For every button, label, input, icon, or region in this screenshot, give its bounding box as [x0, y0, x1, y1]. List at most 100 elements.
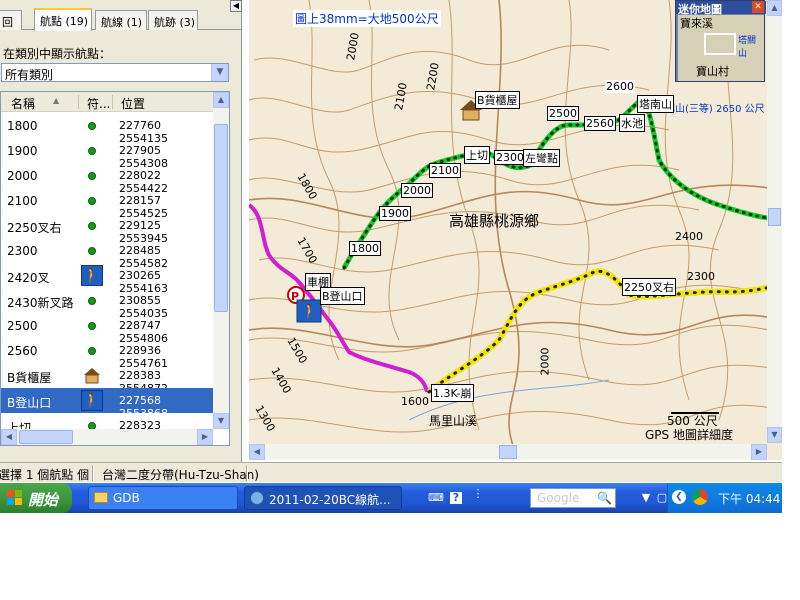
- column-header-position[interactable]: 位置: [121, 95, 145, 112]
- column-header-symbol[interactable]: 符...: [87, 95, 110, 112]
- chrome-icon[interactable]: [692, 489, 708, 505]
- scroll-thumb[interactable]: [214, 124, 228, 312]
- topographic-map[interactable]: P 🚶 圖上38mm=大地500公尺 高雄縣桃源鄉 馬里山溪 塔關山(三等) 2…: [249, 0, 782, 460]
- waypoint-label[interactable]: 2560: [584, 116, 616, 131]
- table-row[interactable]: 2250叉右 229125 2553945: [1, 213, 213, 245]
- region-label: 高雄縣桃源鄉: [449, 212, 540, 230]
- waypoint-name: 1900: [7, 144, 38, 158]
- table-row[interactable]: 1800 227760 2554135: [1, 113, 213, 145]
- map-vertical-scrollbar[interactable]: ▲ ▼: [767, 0, 782, 443]
- waypoint-dot-icon: [81, 190, 103, 211]
- mini-map[interactable]: 迷你地圖 ✕ 寶來溪 塔關山 寶山村: [675, 0, 766, 82]
- task-gdb[interactable]: GDB: [88, 486, 238, 510]
- waypoint-name: B貨櫃屋: [7, 371, 52, 385]
- search-icon[interactable]: 🔍: [597, 491, 612, 505]
- chevron-down-icon[interactable]: ▼: [211, 64, 228, 81]
- tab-routes[interactable]: 航線 (1): [95, 10, 147, 30]
- table-row[interactable]: 2560 228936 2554761: [1, 338, 213, 370]
- selection-status: 選擇 1 個航點 個: [0, 468, 90, 482]
- table-row[interactable]: 1900 227905 2554308: [1, 138, 213, 170]
- table-row[interactable]: 2500 228747 2554806: [1, 313, 213, 345]
- waypoint-label[interactable]: B貨櫃屋: [475, 91, 520, 109]
- table-row[interactable]: B貨櫃屋228383 2554872: [1, 363, 213, 395]
- scroll-thumb[interactable]: [19, 430, 73, 444]
- house-icon: [81, 365, 103, 386]
- waypoint-dot-icon: [81, 290, 103, 311]
- waypoint-label[interactable]: 左彎點: [523, 149, 560, 167]
- hiker-icon[interactable]: 🚶: [296, 299, 322, 323]
- scroll-thumb[interactable]: [768, 208, 781, 226]
- waypoint-label[interactable]: 1800: [349, 241, 381, 256]
- mini-map-viewport[interactable]: [704, 33, 736, 55]
- category-value: 所有類別: [5, 68, 54, 82]
- panel-collapse-button[interactable]: ◀: [230, 0, 242, 12]
- options-icon[interactable]: ⋮: [472, 488, 484, 500]
- list-header: 名稱 ▲ 符... 位置: [1, 92, 213, 112]
- status-separator: [246, 465, 248, 481]
- waypoint-label[interactable]: 2000: [401, 183, 433, 198]
- scroll-down-icon[interactable]: ▼: [213, 413, 229, 429]
- table-row[interactable]: 2300 228485 2554582: [1, 238, 213, 270]
- list-horizontal-scrollbar[interactable]: ◀ ▶: [1, 429, 213, 445]
- waypoint-label[interactable]: 上切: [464, 146, 490, 164]
- scroll-right-icon[interactable]: ▶: [197, 429, 213, 445]
- column-separator[interactable]: [112, 95, 113, 109]
- taskbar: 開始 GDB 2011-02-20BC線航... ⌨ ? ⋮ Google 🔍 …: [0, 483, 782, 513]
- close-icon[interactable]: ✕: [752, 1, 764, 13]
- tab-waypoints[interactable]: 航點 (19): [34, 8, 92, 31]
- waypoint-label[interactable]: 1600: [401, 395, 429, 408]
- scroll-down-icon[interactable]: ▼: [767, 427, 782, 443]
- tab-previous[interactable]: 回: [0, 10, 22, 30]
- waypoint-rows: 1800 227760 2554135 1900 227905 2554308 2000…: [1, 113, 213, 445]
- table-row[interactable]: 2430新叉路 230855 2554035: [1, 288, 213, 320]
- scroll-left-icon[interactable]: ◀: [249, 444, 265, 460]
- scroll-up-icon[interactable]: ▲: [213, 92, 229, 108]
- svg-text:🚶: 🚶: [301, 303, 318, 320]
- task-label: GDB: [113, 491, 140, 505]
- chevron-left-icon[interactable]: ❮: [672, 490, 686, 504]
- waypoint-name: 2100: [7, 194, 38, 208]
- scroll-thumb[interactable]: [499, 445, 517, 459]
- mini-map-view[interactable]: 寶來溪 塔關山 寶山村: [678, 15, 764, 81]
- search-input[interactable]: Google 🔍: [530, 488, 616, 508]
- waypoint-label[interactable]: 1900: [379, 206, 411, 221]
- waypoint-label[interactable]: B登山口: [320, 287, 365, 305]
- start-button[interactable]: 開始: [0, 483, 72, 513]
- map-horizontal-scrollbar[interactable]: ◀ ▶: [249, 444, 767, 460]
- column-header-name[interactable]: 名稱: [11, 95, 35, 112]
- waypoint-label[interactable]: 1.3K-崩: [431, 384, 474, 402]
- waypoint-label[interactable]: 塔南山: [637, 95, 674, 113]
- contour-label: 2000: [538, 347, 552, 376]
- help-icon[interactable]: ?: [450, 492, 462, 504]
- keyboard-icon[interactable]: ⌨: [428, 492, 444, 504]
- waypoint-label[interactable]: 水池: [619, 114, 645, 132]
- column-separator[interactable]: [78, 95, 79, 109]
- scroll-up-icon[interactable]: ▲: [767, 0, 782, 16]
- table-row[interactable]: 2420叉 🚶 230265 2554163: [1, 263, 213, 295]
- category-select[interactable]: 所有類別 ▼: [1, 63, 229, 82]
- globe-icon: [250, 491, 264, 505]
- task-gps-map[interactable]: 2011-02-20BC線航...: [244, 486, 402, 510]
- hiker-icon: 🚶: [81, 265, 103, 286]
- tab-tracks[interactable]: 航跡 (3): [148, 10, 198, 30]
- list-vertical-scrollbar[interactable]: ▲ ▼: [213, 92, 229, 429]
- waypoint-label[interactable]: 2500: [547, 106, 579, 121]
- scroll-left-icon[interactable]: ◀: [1, 429, 17, 445]
- folder-icon: [94, 492, 108, 503]
- stream-label: 馬里山溪: [429, 414, 478, 428]
- waypoint-name: 2300: [7, 244, 38, 258]
- waypoint-label[interactable]: 2250叉右: [622, 278, 676, 296]
- track-yellow[interactable]: [427, 268, 782, 395]
- chevron-down-icon[interactable]: ▼: [640, 492, 652, 504]
- waypoint-label[interactable]: 2600: [605, 80, 635, 93]
- waypoint-name: 2000: [7, 169, 38, 183]
- mini-map-label: 寶山村: [696, 65, 729, 78]
- scroll-right-icon[interactable]: ▶: [751, 444, 767, 460]
- table-row[interactable]: 2000 228022 2554422: [1, 163, 213, 195]
- table-row[interactable]: B登山口 🚶 227568 2553868: [1, 388, 213, 420]
- contour-label: 2300: [687, 270, 715, 283]
- waypoint-label[interactable]: 2100: [429, 163, 461, 178]
- table-row[interactable]: 2100 228157 2554525: [1, 188, 213, 220]
- waypoint-label[interactable]: 2300: [494, 150, 526, 165]
- status-bar: 選擇 1 個航點 個 台灣二度分帶(Hu-Tzu-Shan): [0, 462, 782, 482]
